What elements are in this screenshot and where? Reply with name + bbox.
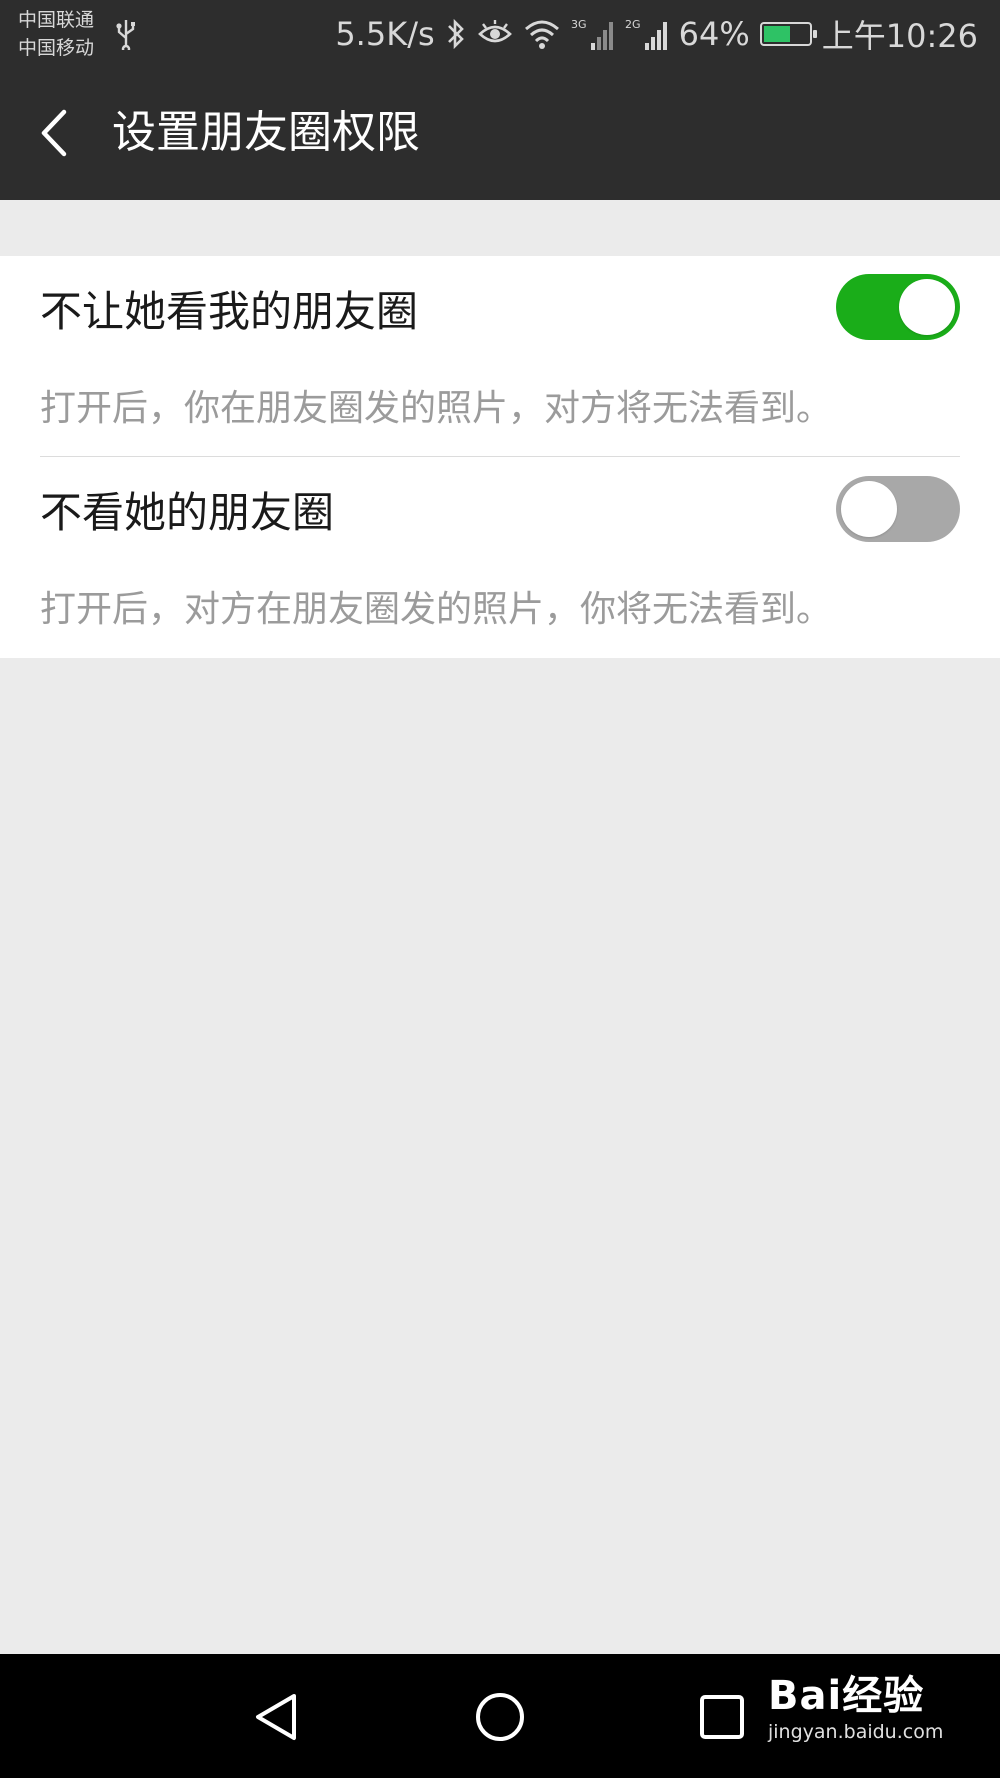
nav-home-button[interactable] [465,1682,535,1752]
setting-description: 打开后，你在朋友圈发的照片，对方将无法看到。 [40,388,833,429]
status-icons: 5.5K/s 3G 2G 64% 上午10:26 [335,12,978,56]
hide-my-moments-toggle[interactable] [836,274,960,340]
row-divider [40,456,960,457]
nav-back-button[interactable] [242,1682,312,1752]
net-speed: 5.5K/s [335,15,435,53]
setting-title: 不看她的朋友圈 [40,488,335,537]
signal-3g-icon: 3G [571,18,613,50]
hide-her-moments-toggle[interactable] [836,476,960,542]
back-button[interactable] [30,96,100,170]
nav-recents-button[interactable] [687,1682,757,1752]
chevron-left-icon [41,109,67,157]
toggle-knob [841,481,897,537]
wifi-icon [524,20,559,49]
watermark-url: jingyan.baidu.com [768,1721,944,1743]
setting-description: 打开后，对方在朋友圈发的照片，你将无法看到。 [40,589,833,630]
toggle-knob [899,279,955,335]
clock: 上午10:26 [821,17,978,55]
watermark-brand: Bai经验 [768,1673,925,1719]
settings-card: 不让她看我的朋友圈 打开后，你在朋友圈发的照片，对方将无法看到。 不看她的朋友圈… [0,256,1000,658]
baidu-jingyan-watermark: Bai经验 jingyan.baidu.com [768,1672,943,1744]
recents-square-icon [700,1695,744,1739]
battery-percent: 64% [678,15,750,53]
carrier-2: 中国移动 [18,37,95,59]
title-bar: 设置朋友圈权限 [0,66,1000,200]
bluetooth-icon [447,18,464,50]
page-title: 设置朋友圈权限 [112,107,420,158]
carrier-1: 中国联通 [18,9,95,31]
back-triangle-icon [256,1694,296,1740]
status-bar: 中国联通 中国移动 5.5K/s 3G 2G 64% 上午10:26 [0,0,1000,66]
home-circle-icon [476,1693,524,1741]
signal-2g-icon: 2G [625,18,667,50]
setting-title: 不让她看我的朋友圈 [40,287,419,336]
navigation-bar: Bai经验 jingyan.baidu.com [0,1654,1000,1778]
usb-icon [116,20,135,50]
eye-comfort-icon [477,20,512,43]
battery-icon [759,22,817,46]
signal-1-tag: 3G [571,18,587,31]
battery-fill [763,26,791,42]
carrier-names: 中国联通 中国移动 [18,6,94,62]
signal-2-tag: 2G [625,18,641,31]
